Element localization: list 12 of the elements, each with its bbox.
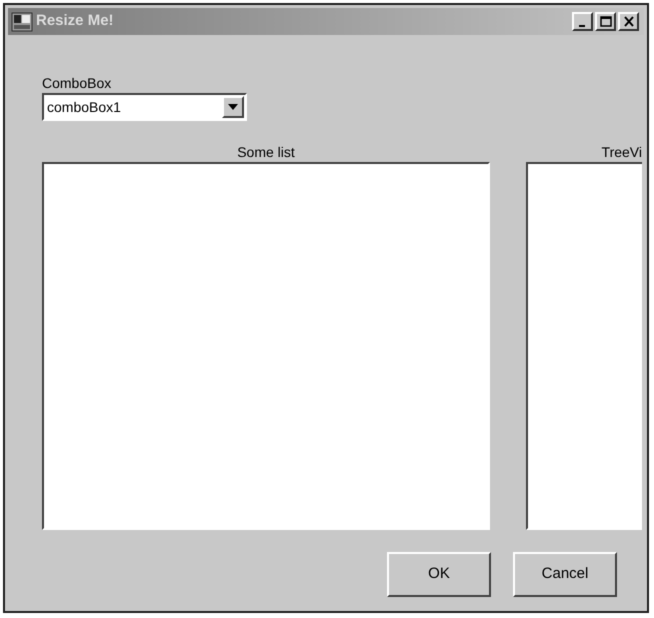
combo-box[interactable]: comboBox1 <box>42 93 247 121</box>
close-icon[interactable] <box>618 12 639 31</box>
window-title: Resize Me! <box>36 11 115 32</box>
list-label: TreeVi <box>600 143 642 162</box>
list-label: Some list <box>236 143 296 162</box>
combo-label: ComboBox <box>42 74 112 93</box>
tree-view[interactable] <box>526 162 642 530</box>
maximize-icon[interactable] <box>595 12 616 31</box>
minimize-icon[interactable] <box>572 12 593 31</box>
dialog-button[interactable]: Cancel <box>513 552 617 597</box>
app-icon <box>11 12 33 32</box>
dialog-button[interactable]: OK <box>387 552 491 597</box>
